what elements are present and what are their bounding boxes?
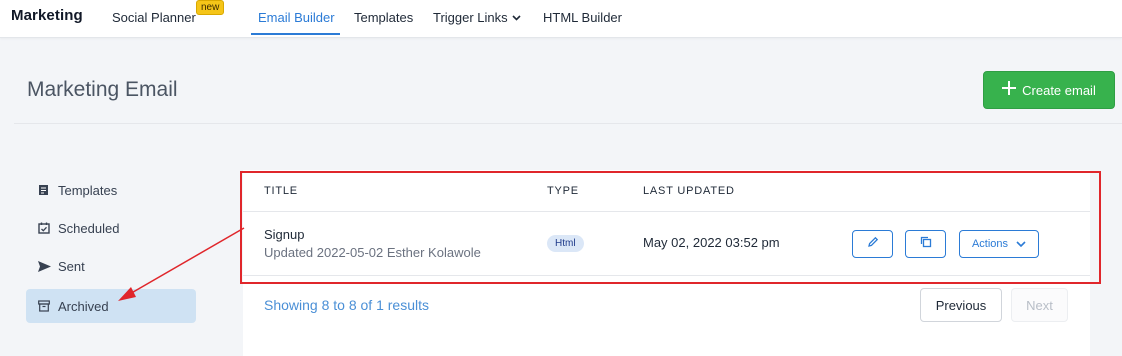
nav-trigger-links-label: Trigger Links [433, 10, 508, 25]
next-button[interactable]: Next [1011, 288, 1068, 322]
nav-html-builder[interactable]: HTML Builder [543, 10, 622, 25]
sidebar-item-archived[interactable]: Archived [26, 289, 196, 323]
page-title: Marketing Email [27, 78, 178, 101]
nav-social-planner[interactable]: Social Planner [112, 10, 196, 25]
edit-document-icon [37, 184, 51, 196]
sidebar-item-templates[interactable]: Templates [26, 173, 196, 207]
chevron-down-icon [512, 13, 521, 24]
calendar-check-icon [37, 222, 51, 234]
send-icon [37, 260, 51, 272]
nav-templates[interactable]: Templates [354, 10, 413, 25]
create-email-label: Create email [1022, 82, 1096, 98]
nav-trigger-links[interactable]: Trigger Links [433, 10, 521, 25]
sidebar-item-sent[interactable]: Sent [26, 249, 196, 283]
sidebar-item-label: Archived [58, 298, 109, 314]
sidebar-item-scheduled[interactable]: Scheduled [26, 211, 196, 245]
nav-email-builder[interactable]: Email Builder [258, 10, 335, 25]
pagination-summary: Showing 8 to 8 of 1 results [264, 297, 429, 313]
brand-title: Marketing [11, 7, 83, 24]
plus-icon [1002, 79, 1017, 99]
top-nav: Marketing Social Planner new Email Build… [0, 0, 1122, 38]
sidebar-item-label: Scheduled [58, 220, 120, 236]
create-email-button[interactable]: Create email [983, 71, 1115, 109]
active-tab-underline [251, 33, 340, 35]
sidebar-item-label: Sent [58, 258, 85, 274]
header-divider [14, 123, 1122, 124]
sidebar-item-label: Templates [58, 182, 118, 198]
highlight-box [240, 171, 1101, 284]
new-badge: new [196, 0, 225, 15]
previous-button[interactable]: Previous [920, 288, 1002, 322]
archive-box-icon [37, 300, 51, 312]
